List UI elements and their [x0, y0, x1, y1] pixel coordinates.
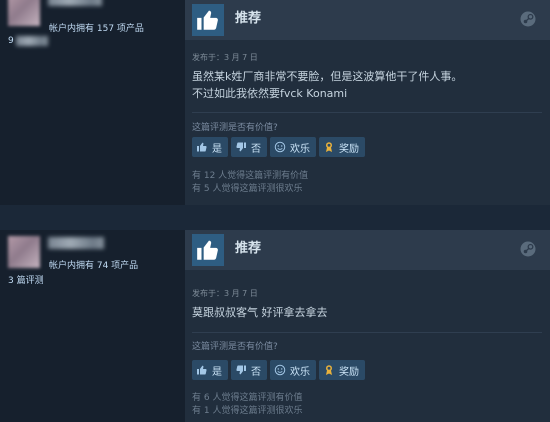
funny-count: 有 1 人觉得这篇评测很欢乐	[192, 406, 303, 416]
thumbs-up-icon	[197, 142, 207, 152]
review-text: 虽然某k姓厂商非常不要脸，但是这波算他干了件人事。 不过如此我依然要fvck K…	[192, 68, 462, 102]
award-label: 奖励	[339, 143, 359, 155]
review-body: 推荐 发布于：3 月 7 日 虽然某k姓厂商非常不要脸，但是这波算他干了件人事。…	[185, 0, 550, 205]
helpful-count: 有 12 人觉得这篇评测有价值	[192, 171, 309, 181]
vote-yes-button[interactable]: 是	[192, 137, 228, 157]
vote-buttons: 是 否 欢乐 奖励	[192, 137, 365, 157]
vote-funny-label: 欢乐	[290, 366, 310, 378]
reviewer-info: 帐户内拥有 74 项产品 3 篇评测	[0, 230, 180, 422]
steam-icon	[520, 11, 536, 27]
review-stats: 有 12 人觉得这篇评测有价值 有 5 人觉得这篇评测很欢乐	[192, 170, 308, 196]
posted-date: 发布于：3 月 7 日	[192, 289, 258, 298]
funny-count: 有 5 人觉得这篇评测很欢乐	[192, 184, 303, 194]
award-button[interactable]: 奖励	[319, 137, 365, 157]
review-count[interactable]: 3 篇评测	[8, 273, 44, 286]
thumbs-down-icon	[236, 365, 246, 375]
vote-yes-label: 是	[212, 366, 222, 378]
thumbs-up-icon	[192, 4, 224, 36]
smiley-icon	[274, 141, 286, 153]
thumbs-up-icon	[197, 365, 207, 375]
helpful-count: 有 6 人觉得这篇评测有价值	[192, 393, 303, 403]
review-text-line: 莫跟叔叔客气 好评拿去拿去	[192, 306, 328, 319]
review-count[interactable]: 9	[8, 36, 14, 46]
award-icon	[326, 365, 332, 375]
vote-no-label: 否	[251, 366, 261, 378]
review-count-redacted	[16, 36, 48, 46]
helpful-question: 这篇评测是否有价值?	[192, 342, 278, 352]
thumbs-down-icon	[236, 142, 246, 152]
review-separator	[0, 205, 550, 230]
vote-header[interactable]: 推荐	[185, 0, 550, 40]
review-text: 莫跟叔叔客气 好评拿去拿去	[192, 304, 328, 321]
vote-header[interactable]: 推荐	[185, 230, 550, 270]
avatar[interactable]	[8, 236, 40, 268]
posted-date: 发布于：3 月 7 日	[192, 53, 258, 62]
award-button[interactable]: 奖励	[319, 360, 365, 380]
smiley-icon	[274, 364, 286, 376]
review-stats: 有 6 人觉得这篇评测有价值 有 1 人觉得这篇评测很欢乐	[192, 392, 302, 418]
avatar[interactable]	[8, 0, 40, 26]
review-body: 推荐 发布于：3 月 7 日 莫跟叔叔客气 好评拿去拿去 这篇评测是否有价值? …	[185, 230, 550, 422]
vote-yes-button[interactable]: 是	[192, 360, 228, 380]
thumbs-up-icon	[192, 234, 224, 266]
divider	[192, 112, 542, 113]
review-text-line: 虽然某k姓厂商非常不要脸，但是这波算他干了件人事。	[192, 70, 463, 83]
vote-buttons: 是 否 欢乐 奖励	[192, 360, 365, 380]
review-card: 帐户内拥有 74 项产品 3 篇评测 推荐 发布于：3 月 7 日 莫跟叔叔客气…	[0, 230, 550, 422]
vote-no-button[interactable]: 否	[231, 137, 267, 157]
award-label: 奖励	[339, 366, 359, 378]
reviewer-name-redacted	[48, 0, 102, 6]
verdict-title: 推荐	[235, 241, 262, 256]
reviewer-info: 帐户内拥有 157 项产品 9	[0, 0, 180, 205]
helpful-question: 这篇评测是否有价值?	[192, 123, 278, 133]
vote-no-label: 否	[251, 143, 261, 155]
vote-funny-button[interactable]: 欢乐	[270, 137, 316, 157]
vote-yes-label: 是	[212, 143, 222, 155]
products-owned: 帐户内拥有 157 项产品	[49, 24, 144, 34]
review-card: 帐户内拥有 157 项产品 9 推荐 发布于：3 月 7 日 虽然某k姓厂商非常…	[0, 0, 550, 205]
vote-no-button[interactable]: 否	[231, 360, 267, 380]
steam-icon	[520, 241, 536, 257]
products-owned: 帐户内拥有 74 项产品	[49, 261, 139, 271]
review-text-line: 不过如此我依然要fvck Konami	[192, 87, 348, 100]
award-icon	[326, 142, 332, 152]
vote-funny-label: 欢乐	[290, 143, 310, 155]
reviewer-name-redacted	[48, 237, 104, 249]
vote-funny-button[interactable]: 欢乐	[270, 360, 316, 380]
verdict-title: 推荐	[235, 11, 262, 26]
divider	[192, 332, 542, 333]
